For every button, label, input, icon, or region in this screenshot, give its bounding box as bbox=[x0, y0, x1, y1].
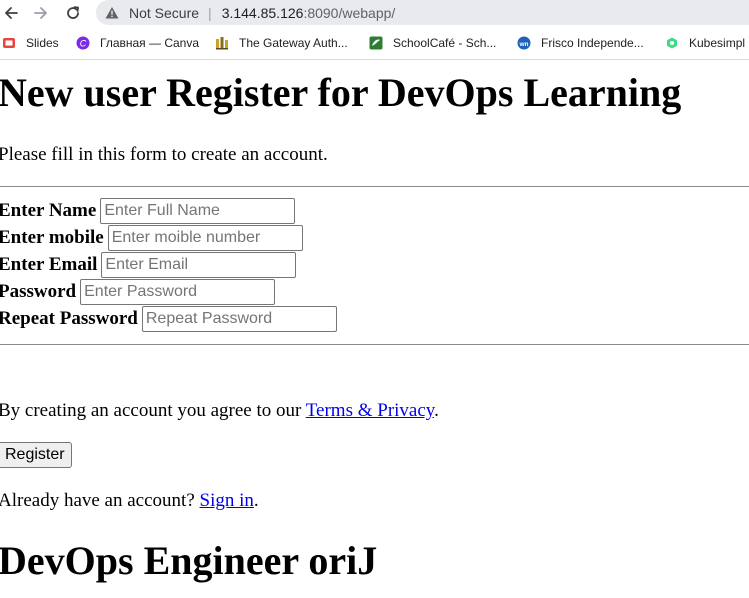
reload-icon bbox=[67, 6, 79, 19]
register-button[interactable]: Register bbox=[0, 442, 72, 468]
name-input[interactable] bbox=[100, 198, 296, 224]
signin-link[interactable]: Sign in bbox=[200, 490, 254, 511]
arrow-right-icon bbox=[34, 7, 47, 19]
bookmark-label: Slides bbox=[26, 36, 59, 50]
bookmark-label: Frisco Independe... bbox=[541, 36, 644, 50]
address-bar[interactable]: Not Secure | 3.144.85.126:8090/webapp/ bbox=[96, 0, 749, 25]
browser-toolbar: Not Secure | 3.144.85.126:8090/webapp/ bbox=[0, 0, 749, 27]
bookmark-frisco[interactable]: wn Frisco Independe... bbox=[517, 35, 644, 51]
divider-bottom bbox=[0, 344, 749, 345]
gateway-icon bbox=[215, 36, 229, 50]
bookmark-schoolcafe[interactable]: SchoolCafé - Sch... bbox=[369, 35, 496, 51]
bookmark-label: Kubesimpl bbox=[689, 36, 746, 50]
url-path: :8090/webapp/ bbox=[303, 4, 396, 21]
email-input[interactable] bbox=[101, 252, 297, 278]
mobile-input[interactable] bbox=[107, 225, 303, 251]
field-row-repeat-password: Repeat Password bbox=[0, 306, 337, 332]
bookmark-label: SchoolCafé - Sch... bbox=[393, 36, 497, 50]
bookmark-canva[interactable]: C Главная — Canva bbox=[76, 35, 199, 51]
url-separator: | bbox=[208, 4, 212, 21]
security-label[interactable]: Not Secure bbox=[129, 5, 199, 21]
warning-icon[interactable] bbox=[104, 5, 120, 21]
forward-button[interactable] bbox=[30, 3, 52, 23]
repeat-password-input[interactable] bbox=[141, 306, 337, 332]
frisco-icon: wn bbox=[517, 36, 531, 50]
field-row-password: Password bbox=[0, 279, 276, 305]
password-label: Password bbox=[0, 281, 77, 302]
schoolcafe-icon bbox=[369, 36, 383, 50]
bookmarks-bar: Slides C Главная — Canva The Gateway Aut… bbox=[0, 27, 749, 60]
bookmark-label: Главная — Canva bbox=[100, 36, 200, 50]
footer-title: DevOps Engineer oriJ bbox=[0, 538, 378, 583]
terms-suffix: . bbox=[434, 400, 439, 421]
bookmark-gateway[interactable]: The Gateway Auth... bbox=[215, 35, 348, 51]
signin-prefix: Already have an account? bbox=[0, 490, 200, 511]
canva-icon: C bbox=[76, 36, 90, 50]
bookmark-label: The Gateway Auth... bbox=[239, 36, 348, 50]
field-row-name: Enter Name bbox=[0, 198, 296, 224]
terms-prefix: By creating an account you agree to our bbox=[0, 400, 306, 421]
email-label: Enter Email bbox=[0, 254, 98, 275]
url-host: 3.144.85.126 bbox=[221, 4, 304, 21]
repeat-password-label: Repeat Password bbox=[0, 308, 138, 329]
reload-button[interactable] bbox=[62, 3, 84, 23]
field-row-mobile: Enter mobile bbox=[0, 225, 303, 251]
divider-top bbox=[0, 186, 749, 187]
name-label: Enter Name bbox=[0, 200, 97, 221]
page-content: New user Register for DevOps Learning Pl… bbox=[0, 60, 749, 598]
signin-text: Already have an account? Sign in. bbox=[0, 490, 259, 512]
password-input[interactable] bbox=[80, 279, 276, 305]
kubesimpl-icon bbox=[665, 36, 679, 50]
intro-text: Please fill in this form to create an ac… bbox=[0, 144, 328, 165]
slides-icon bbox=[2, 36, 16, 50]
signin-suffix: . bbox=[253, 490, 259, 511]
svg-text:C: C bbox=[80, 39, 87, 49]
terms-privacy-link[interactable]: Terms & Privacy bbox=[306, 400, 434, 421]
page-title: New user Register for DevOps Learning bbox=[0, 70, 682, 115]
svg-text:wn: wn bbox=[518, 41, 528, 48]
back-button[interactable] bbox=[0, 3, 22, 23]
bookmark-slides[interactable]: Slides bbox=[2, 35, 59, 51]
arrow-left-icon bbox=[5, 7, 18, 19]
terms-text: By creating an account you agree to our … bbox=[0, 400, 439, 422]
field-row-email: Enter Email bbox=[0, 252, 297, 278]
mobile-label: Enter mobile bbox=[0, 227, 104, 248]
bookmark-kubesimpl[interactable]: Kubesimpl bbox=[665, 35, 745, 51]
